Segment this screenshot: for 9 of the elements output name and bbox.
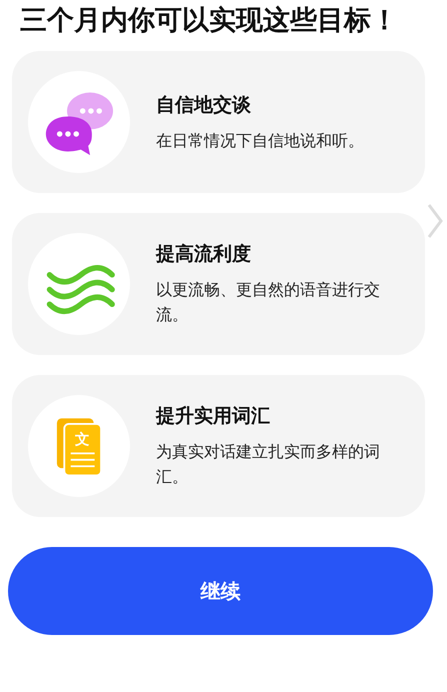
chevron-right-icon[interactable] [425, 201, 445, 241]
goal-title: 自信地交谈 [156, 92, 252, 118]
goal-description: 为真实对话建立扎实而多样的词汇。 [156, 441, 381, 488]
goal-description: 在日常情况下自信地说和听。 [156, 130, 365, 152]
continue-button[interactable]: 继续 [8, 547, 433, 635]
goal-title: 提高流利度 [156, 242, 252, 267]
goal-title: 提升实用词汇 [156, 404, 271, 429]
page-heading: 三个月内你可以实现这些目标！ [19, 4, 399, 38]
goal-description: 以更流畅、更自然的语音进行交流。 [156, 279, 381, 326]
